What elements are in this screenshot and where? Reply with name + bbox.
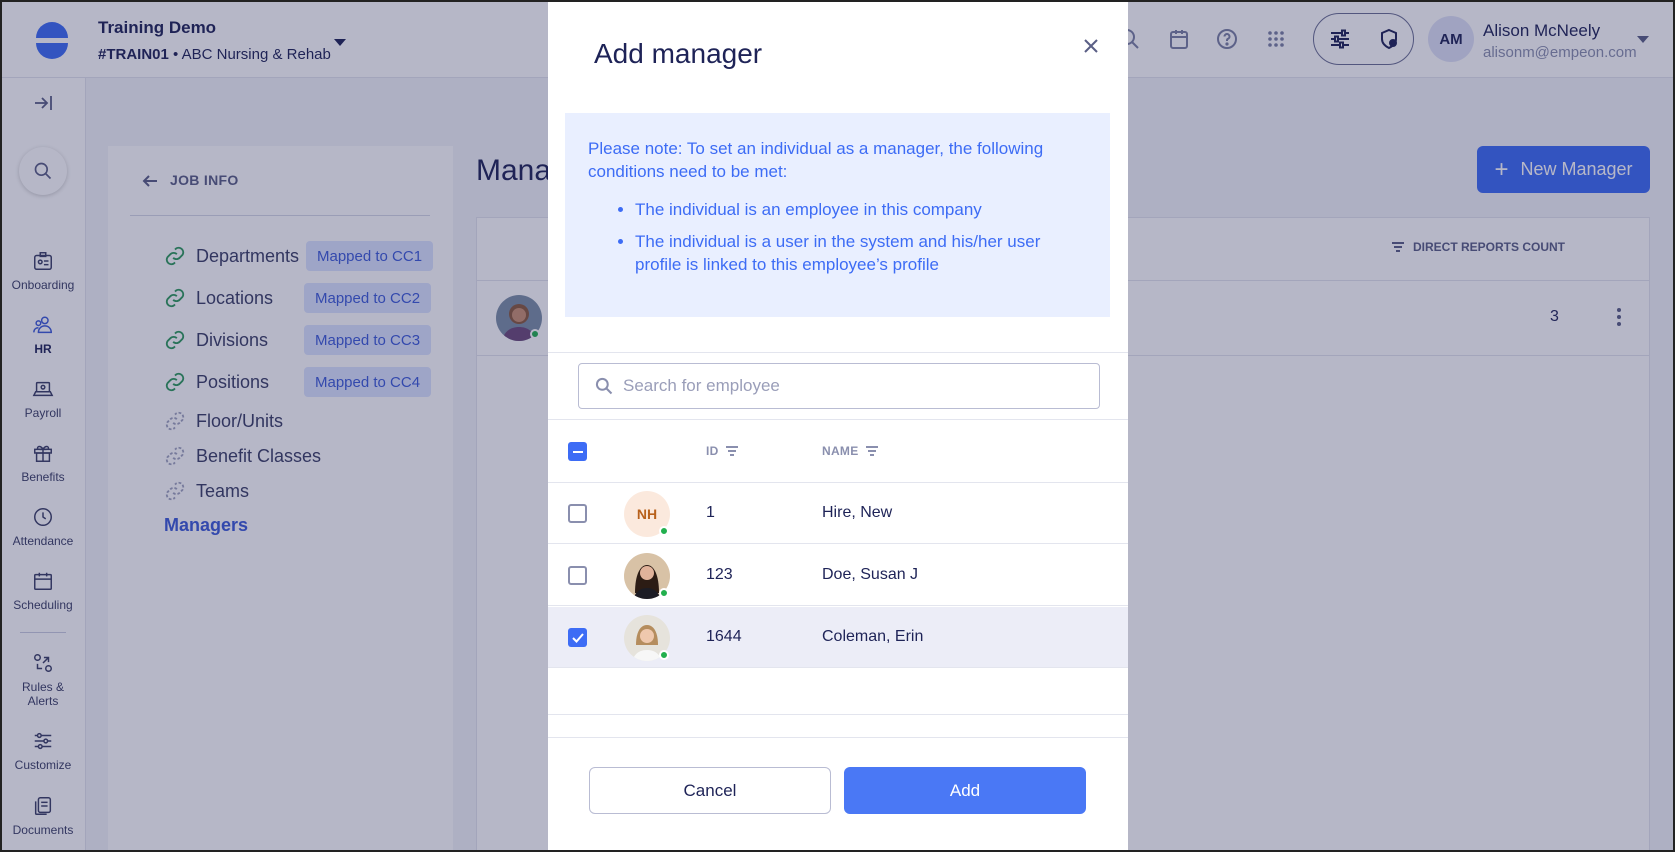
checkmark-icon	[571, 632, 584, 643]
dialog-title: Add manager	[594, 38, 763, 69]
table-row[interactable]: NH 1 Hire, New	[548, 483, 1128, 544]
row-checkbox[interactable]	[568, 504, 587, 523]
conditions-list: The individual is an employee in this co…	[588, 198, 1087, 276]
column-header-name[interactable]: NAME	[822, 444, 879, 458]
note-intro: Please note: To set an individual as a m…	[588, 139, 1044, 181]
divider	[548, 737, 1128, 738]
online-status-dot	[659, 650, 669, 660]
table-row-selected[interactable]: 1644 Coleman, Erin	[548, 607, 1128, 668]
divider	[548, 714, 1128, 715]
row-checkbox[interactable]	[568, 566, 587, 585]
divider	[548, 352, 1128, 353]
condition-item: The individual is a user in the system a…	[635, 230, 1087, 276]
online-status-dot	[659, 588, 669, 598]
row-checkbox-checked[interactable]	[568, 628, 587, 647]
employee-id: 1644	[706, 628, 742, 645]
filter-icon	[725, 446, 738, 456]
add-button[interactable]: Add	[844, 767, 1086, 814]
close-icon[interactable]	[1081, 36, 1101, 56]
divider	[548, 419, 1128, 420]
app-page: Training Demo #TRAIN01 • ABC Nursing & R…	[0, 0, 1675, 852]
employee-id: 1	[706, 504, 715, 521]
employee-id: 123	[706, 566, 733, 583]
indeterminate-mark-icon	[572, 450, 583, 453]
search-icon	[595, 377, 613, 395]
manager-conditions-note: Please note: To set an individual as a m…	[565, 113, 1110, 317]
select-all-checkbox[interactable]	[568, 442, 587, 461]
employee-name: Doe, Susan J	[822, 566, 919, 583]
column-header-id[interactable]: ID	[706, 444, 739, 458]
employee-name: Coleman, Erin	[822, 628, 924, 645]
filter-icon	[865, 446, 878, 456]
employee-search[interactable]	[578, 363, 1100, 409]
add-manager-dialog: Add manager Please note: To set an indiv…	[548, 0, 1128, 852]
employee-name: Hire, New	[822, 504, 893, 521]
online-status-dot	[659, 526, 669, 536]
search-input[interactable]	[623, 376, 1083, 396]
cancel-button[interactable]: Cancel	[589, 767, 831, 814]
condition-item: The individual is an employee in this co…	[635, 198, 1087, 221]
avatar: NH	[624, 491, 670, 537]
table-row[interactable]: 123 Doe, Susan J	[548, 545, 1128, 606]
